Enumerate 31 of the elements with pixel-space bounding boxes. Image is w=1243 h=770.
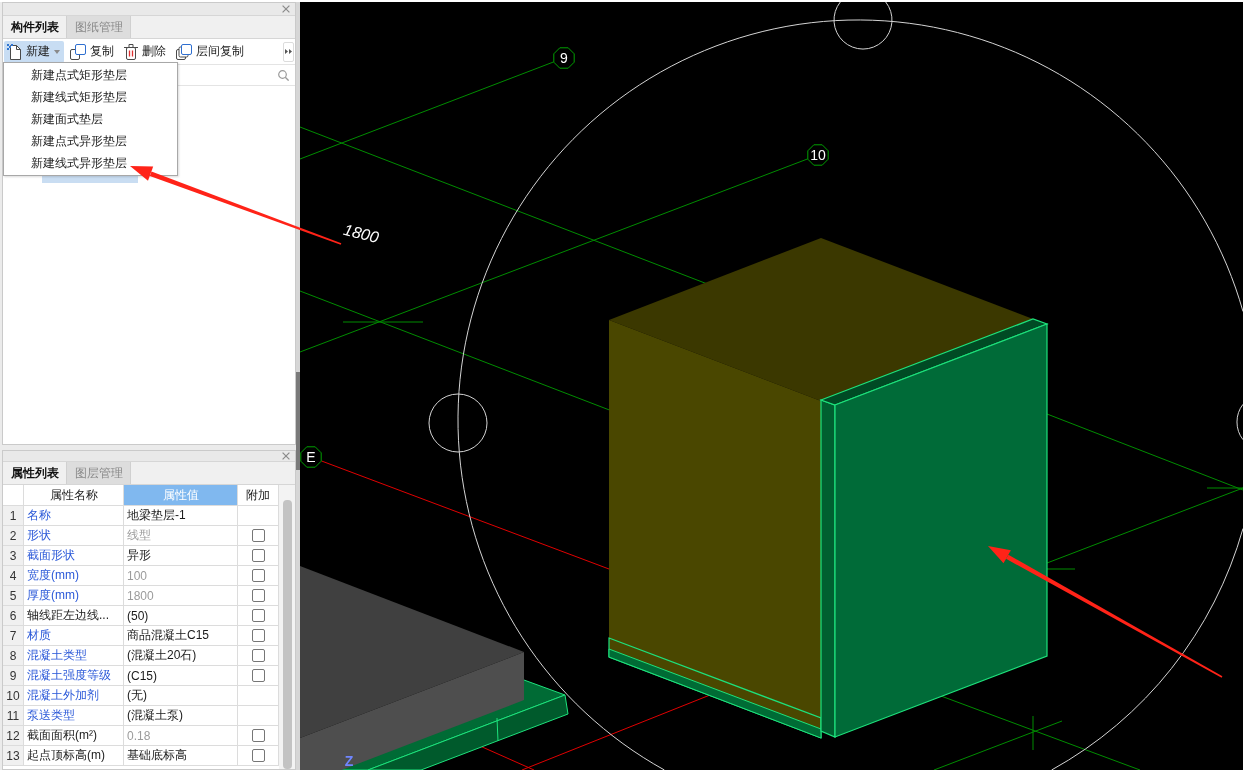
property-name: 形状 <box>24 526 124 546</box>
property-name: 宽度(mm) <box>24 566 124 586</box>
property-name: 截面面积(m²) <box>24 726 124 746</box>
row-number: 13 <box>3 746 24 766</box>
property-name: 泵送类型 <box>24 706 124 726</box>
row-number: 11 <box>3 706 24 726</box>
property-name: 轴线距左边线... <box>24 606 124 626</box>
property-name: 厚度(mm) <box>24 586 124 606</box>
row-number: 5 <box>3 586 24 606</box>
property-name: 材质 <box>24 626 124 646</box>
property-name: 混凝土强度等级 <box>24 666 124 686</box>
property-name: 混凝土类型 <box>24 646 124 666</box>
row-number: 10 <box>3 686 24 706</box>
row-number: 1 <box>3 506 24 526</box>
row-number: 2 <box>3 526 24 546</box>
row-number: 12 <box>3 726 24 746</box>
row-number: 7 <box>3 626 24 646</box>
property-name: 截面形状 <box>24 546 124 566</box>
property-name: 混凝土外加剂 <box>24 686 124 706</box>
row-number: 8 <box>3 646 24 666</box>
property-name: 名称 <box>24 506 124 526</box>
dimension-label: 1800 <box>341 220 381 247</box>
row-number: 9 <box>3 666 24 686</box>
axis-bubble: E <box>300 446 322 468</box>
axis-bubble: 9 <box>553 47 575 69</box>
row-number: 4 <box>3 566 24 586</box>
property-name: 起点顶标高(m) <box>24 746 124 766</box>
row-number: 3 <box>3 546 24 566</box>
row-number: 6 <box>3 606 24 626</box>
axis-indicator-label: Z <box>344 753 354 769</box>
axis-bubble: 10 <box>807 144 829 166</box>
